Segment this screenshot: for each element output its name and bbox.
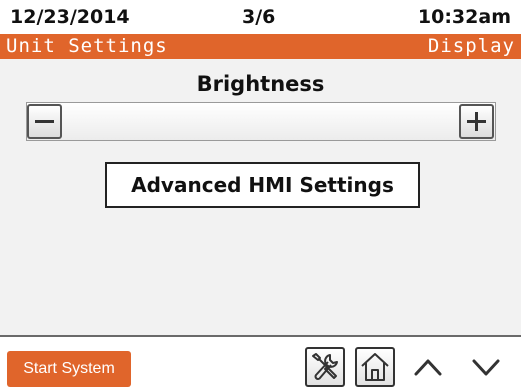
chevron-down-icon [472,359,500,376]
bottom-bar: Start System [0,335,521,387]
home-icon [361,353,389,381]
chevron-up-icon [414,359,442,376]
minus-icon [35,120,54,123]
brightness-label: Brightness [196,72,325,96]
status-bar: 12/23/2014 3/6 10:32am [0,0,521,34]
home-button[interactable] [355,347,395,387]
title-bar: Unit Settings Display [0,34,521,59]
advanced-hmi-settings-button[interactable]: Advanced HMI Settings [105,162,420,208]
status-date: 12/23/2014 [10,6,130,28]
brightness-increase-button[interactable] [459,104,494,139]
screen-mode: Display [427,35,515,57]
screen-title: Unit Settings [6,35,168,57]
content-area: Brightness Advanced HMI Settings [0,59,521,335]
scroll-down-button[interactable] [466,347,506,387]
brightness-slider[interactable] [26,102,496,141]
tools-icon [312,353,338,380]
scroll-up-button[interactable] [408,347,448,387]
brightness-decrease-button[interactable] [27,104,62,139]
start-system-button[interactable]: Start System [7,351,131,387]
status-page-indicator: 3/6 [242,6,276,28]
settings-button[interactable] [305,347,345,387]
status-time: 10:32am [417,6,511,28]
